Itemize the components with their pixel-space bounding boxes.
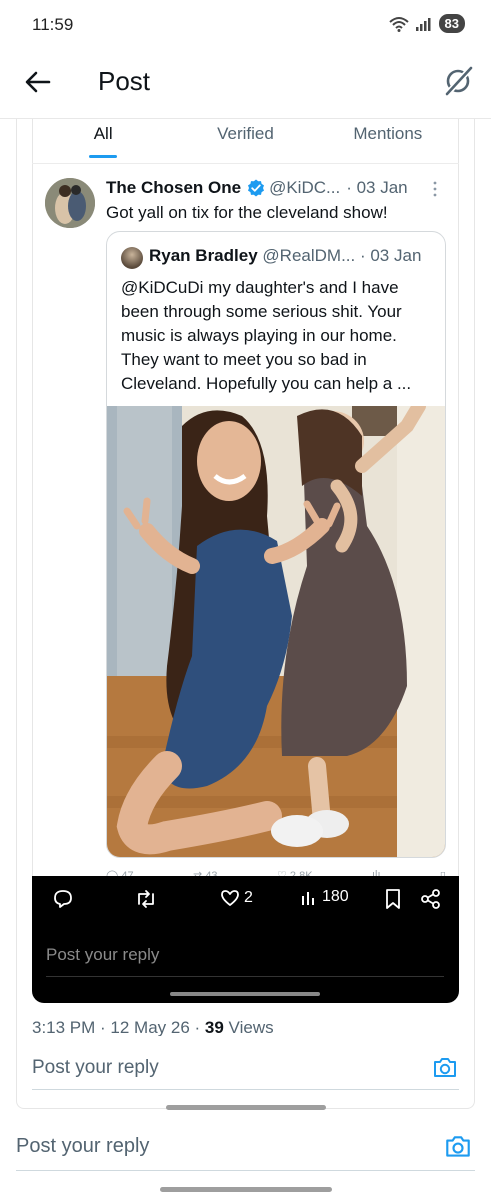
tab-verified[interactable]: Verified [174,119,316,163]
views-icon [302,892,314,905]
like-button[interactable]: 2 [220,888,253,908]
sheet-reply-input[interactable]: Post your reply [46,945,444,977]
wifi-icon [388,16,409,32]
tweet-date: · 03 Jan [346,178,408,197]
bookmark-button[interactable] [384,888,402,910]
tab-mentions[interactable]: Mentions [317,119,459,163]
share-icon [421,889,440,909]
status-icons: 83 [388,14,465,33]
reply-button[interactable] [52,888,74,910]
share-button[interactable] [420,888,442,910]
signal-icon [415,17,431,31]
camera-icon[interactable] [431,1054,459,1082]
grok-icon[interactable] [441,64,475,98]
photo-of-two-girls [107,406,445,857]
quoted-header: Ryan Bradley @RealDM... · 03 Jan [149,246,439,266]
quoted-tweet[interactable]: Ryan Bradley @RealDM... · 03 Jan @KiDCuD… [106,231,446,858]
views-count-value: 180 [322,888,349,905]
quoted-author-handle: @RealDM... [262,246,356,265]
repost-icon [138,890,154,908]
more-options-icon[interactable] [430,180,440,198]
active-tab-indicator [89,155,117,158]
views-button[interactable]: 180 [300,888,349,906]
author-handle: @KiDC... [269,178,341,197]
avatar-photo [45,178,95,228]
quoted-avatar [121,247,143,269]
reply-icon [54,890,72,908]
reply-bar-inner[interactable]: Post your reply [32,1050,459,1090]
back-arrow-icon[interactable] [22,66,54,98]
tweet-text: Got yall on tix for the cleveland show! [106,203,388,222]
timestamp-text: 3:13 PM · 12 May 26 · [32,1018,205,1036]
tweet-timestamp: 3:13 PM · 12 May 26 · 39 Views [32,1018,459,1036]
reply-bar-outer[interactable]: Post your reply [16,1127,475,1171]
avatar[interactable] [45,178,95,228]
status-time: 11:59 [32,15,74,34]
like-count-value: 2 [244,889,253,906]
battery-indicator: 83 [438,14,465,33]
camera-icon[interactable] [443,1132,473,1162]
sheet-drag-handle[interactable] [170,992,320,996]
quoted-date: · 03 Jan [359,246,422,265]
author-name[interactable]: The Chosen One [106,178,241,198]
quoted-photo[interactable] [107,406,445,857]
reply-sheet: 2 180 Post your reply [32,876,459,1003]
timestamp-views-count: 39 [204,1018,224,1036]
top-bar: Post [0,50,491,118]
page-title: Post [98,66,151,96]
bookmark-icon [386,889,400,909]
repost-button[interactable] [134,888,158,910]
verified-badge-icon [248,179,265,197]
inner-gesture-bar [166,1105,326,1110]
gesture-bar [160,1187,332,1192]
reply-input-inner[interactable]: Post your reply [32,1057,159,1079]
heart-icon [221,890,239,906]
timestamp-views-label: Views [223,1018,274,1036]
status-bar: 11:59 83 [0,0,491,50]
sheet-action-row: 2 180 [32,888,459,914]
quoted-text: @KiDCuDi my daughter's and I have been t… [121,278,412,393]
tweet-header: The Chosen One @KiDC... · 03 Jan [106,178,446,198]
reply-input-outer[interactable]: Post your reply [16,1135,149,1158]
quoted-author-name: Ryan Bradley [149,246,258,265]
